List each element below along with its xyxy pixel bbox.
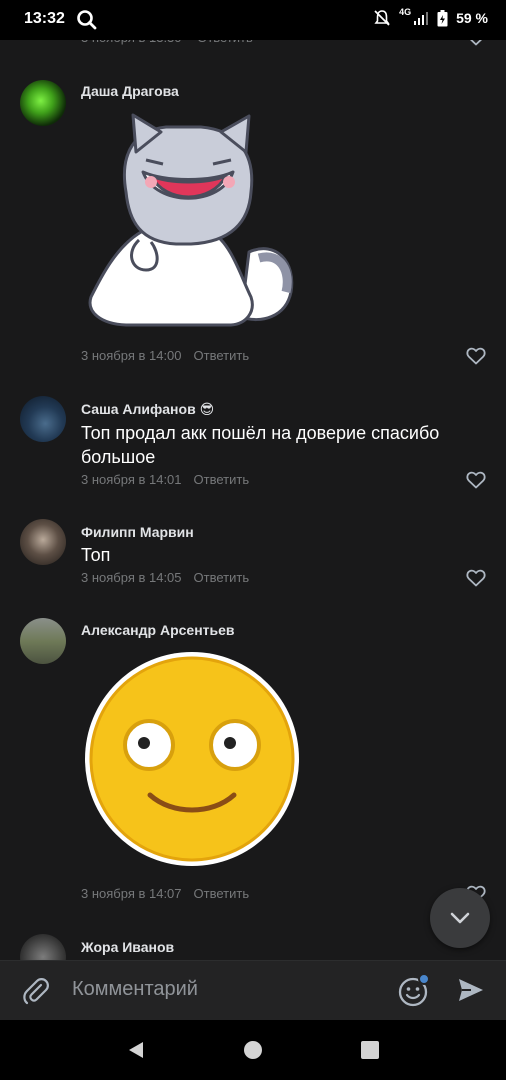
chevron-down-icon <box>450 912 470 924</box>
comment-timestamp: 3 ноября в 14:00 <box>81 348 182 363</box>
heart-icon[interactable] <box>466 347 486 365</box>
laughing-cat-sticker <box>88 113 294 327</box>
author-name: Саша Алифанов <box>81 401 196 417</box>
reply-button[interactable]: Ответить <box>194 570 250 585</box>
comment-author[interactable]: Жора Иванов <box>81 939 174 955</box>
comment-timestamp: 3 ноября в 14:07 <box>81 886 182 901</box>
comment-meta: 3 ноября в 14:01 Ответить <box>81 472 249 487</box>
avatar[interactable] <box>20 618 66 664</box>
avatar[interactable] <box>20 396 66 442</box>
reply-button[interactable]: Ответить <box>194 472 250 487</box>
comment-item: Александр Арсентьев 3 ноября в 14:07 Отве… <box>0 616 506 916</box>
scroll-down-button[interactable] <box>430 888 490 948</box>
home-icon[interactable] <box>244 1041 262 1059</box>
comment-author[interactable]: Александр Арсентьев <box>81 622 235 638</box>
comment-author[interactable]: Даша Драгова <box>81 83 179 99</box>
reply-button[interactable]: Ответить <box>194 348 250 363</box>
signal-icon <box>414 12 429 25</box>
emoji-icon[interactable] <box>396 973 432 1009</box>
heart-icon[interactable] <box>466 569 486 587</box>
recent-apps-icon[interactable] <box>361 1041 379 1059</box>
search-icon <box>77 10 97 30</box>
battery-level: 59 % <box>456 10 488 26</box>
send-icon[interactable] <box>457 977 485 1003</box>
battery-icon <box>437 9 448 26</box>
comment-meta: 3 ноября в 14:07 Ответить <box>81 886 249 901</box>
comment-item: Жора Иванов <box>0 934 506 960</box>
comment-text: Топ продал акк пошёл на доверие спасибо … <box>81 423 440 467</box>
comment-input-bar: Комментарий <box>0 960 506 1021</box>
comment-item: Даша Драгова 3 ноября в 14:00 Ответить <box>0 78 506 378</box>
comment-timestamp: 3 ноября в 14:01 <box>81 472 182 487</box>
avatar[interactable] <box>20 934 66 960</box>
comment-text: Топ <box>81 545 111 565</box>
smiley-face-sticker <box>85 652 299 866</box>
author-badge: 😎 <box>199 401 215 417</box>
comments-feed[interactable]: 3 ноября в 13:30 Ответить Даша Драгова <box>0 0 506 960</box>
comment-item: Филипп Марвин Топ 3 ноября в 14:05 Ответи… <box>0 519 506 609</box>
comment-timestamp: 3 ноября в 14:05 <box>81 570 182 585</box>
comment-input[interactable]: Комментарий <box>72 978 198 1001</box>
comment-author[interactable]: Филипп Марвин <box>81 524 194 540</box>
mute-bell-icon <box>374 10 390 26</box>
back-icon[interactable] <box>126 1040 146 1060</box>
status-indicators: 4G 59 % <box>373 7 488 27</box>
avatar[interactable] <box>20 519 66 565</box>
status-bar: 13:32 4G 59 % <box>0 0 506 40</box>
network-type: 4G <box>399 7 412 17</box>
avatar[interactable] <box>20 80 66 126</box>
reply-button[interactable]: Ответить <box>194 886 250 901</box>
paperclip-icon[interactable] <box>22 977 50 1005</box>
system-nav-bar <box>0 1020 506 1080</box>
comment-meta: 3 ноября в 14:00 Ответить <box>81 348 249 363</box>
heart-icon[interactable] <box>466 471 486 489</box>
status-time: 13:32 <box>24 10 65 27</box>
comment-author[interactable]: Саша Алифанов 😎 <box>81 401 214 418</box>
comment-meta: 3 ноября в 14:05 Ответить <box>81 570 249 585</box>
comment-item: Саша Алифанов 😎 Топ продал акк пошёл на … <box>0 396 506 506</box>
